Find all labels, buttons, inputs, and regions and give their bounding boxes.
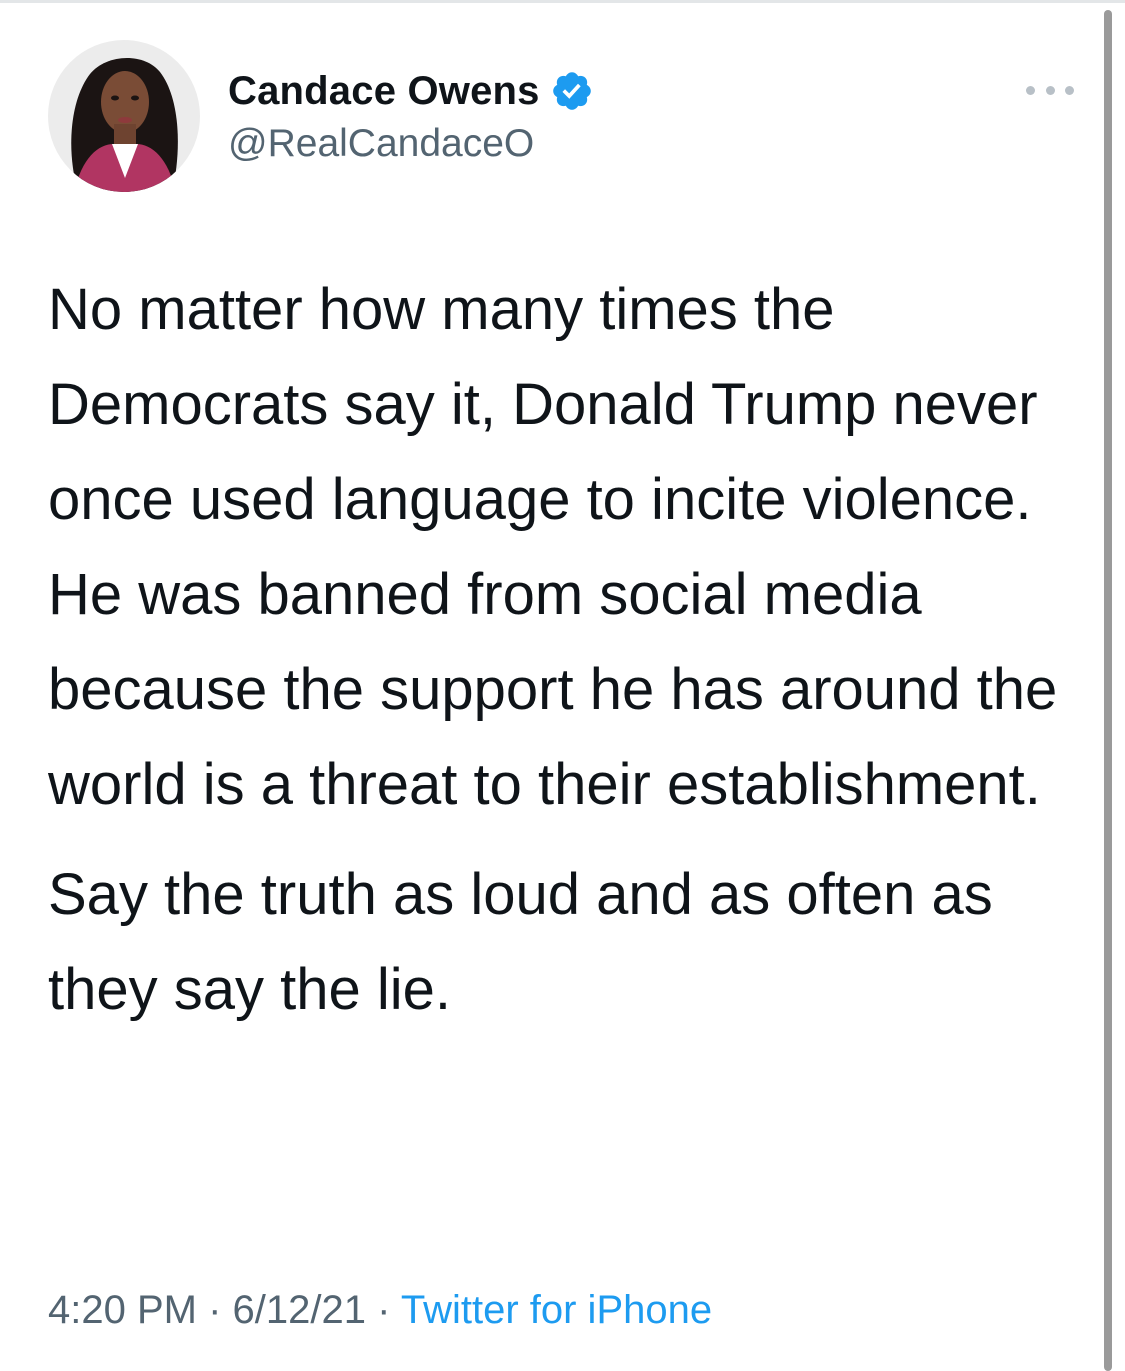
- more-dot: [1026, 85, 1035, 95]
- more-dot: [1045, 85, 1055, 95]
- more-options-icon[interactable]: [1026, 78, 1074, 102]
- scrollbar[interactable]: [1104, 10, 1112, 1371]
- tweet-paragraph: No matter how many times the Democrats s…: [48, 277, 1038, 532]
- avatar-image: [48, 40, 200, 192]
- author-name[interactable]: Candace Owens: [228, 68, 594, 114]
- tweet-paragraph: He was banned from social media because …: [48, 562, 1058, 817]
- tweet-source-link[interactable]: Twitter for iPhone: [401, 1288, 712, 1332]
- tweet-metadata: 4:20 PM · 6/12/21 · Twitter for iPhone: [48, 1288, 712, 1333]
- meta-separator: ·: [377, 1288, 391, 1332]
- tweet-text: No matter how many times the Democrats s…: [48, 262, 1088, 1037]
- tweet-paragraph: Say the truth as loud and as often as th…: [48, 862, 993, 1022]
- author-handle[interactable]: @RealCandaceO: [228, 122, 534, 166]
- tweet-date[interactable]: 6/12/21: [233, 1288, 366, 1332]
- top-divider: [0, 0, 1125, 3]
- avatar[interactable]: [48, 40, 200, 192]
- author-name-text[interactable]: Candace Owens: [228, 69, 540, 114]
- verified-badge-icon: [552, 72, 591, 110]
- more-dot: [1065, 85, 1074, 95]
- tweet-time[interactable]: 4:20 PM: [48, 1288, 197, 1332]
- meta-separator: ·: [208, 1288, 222, 1332]
